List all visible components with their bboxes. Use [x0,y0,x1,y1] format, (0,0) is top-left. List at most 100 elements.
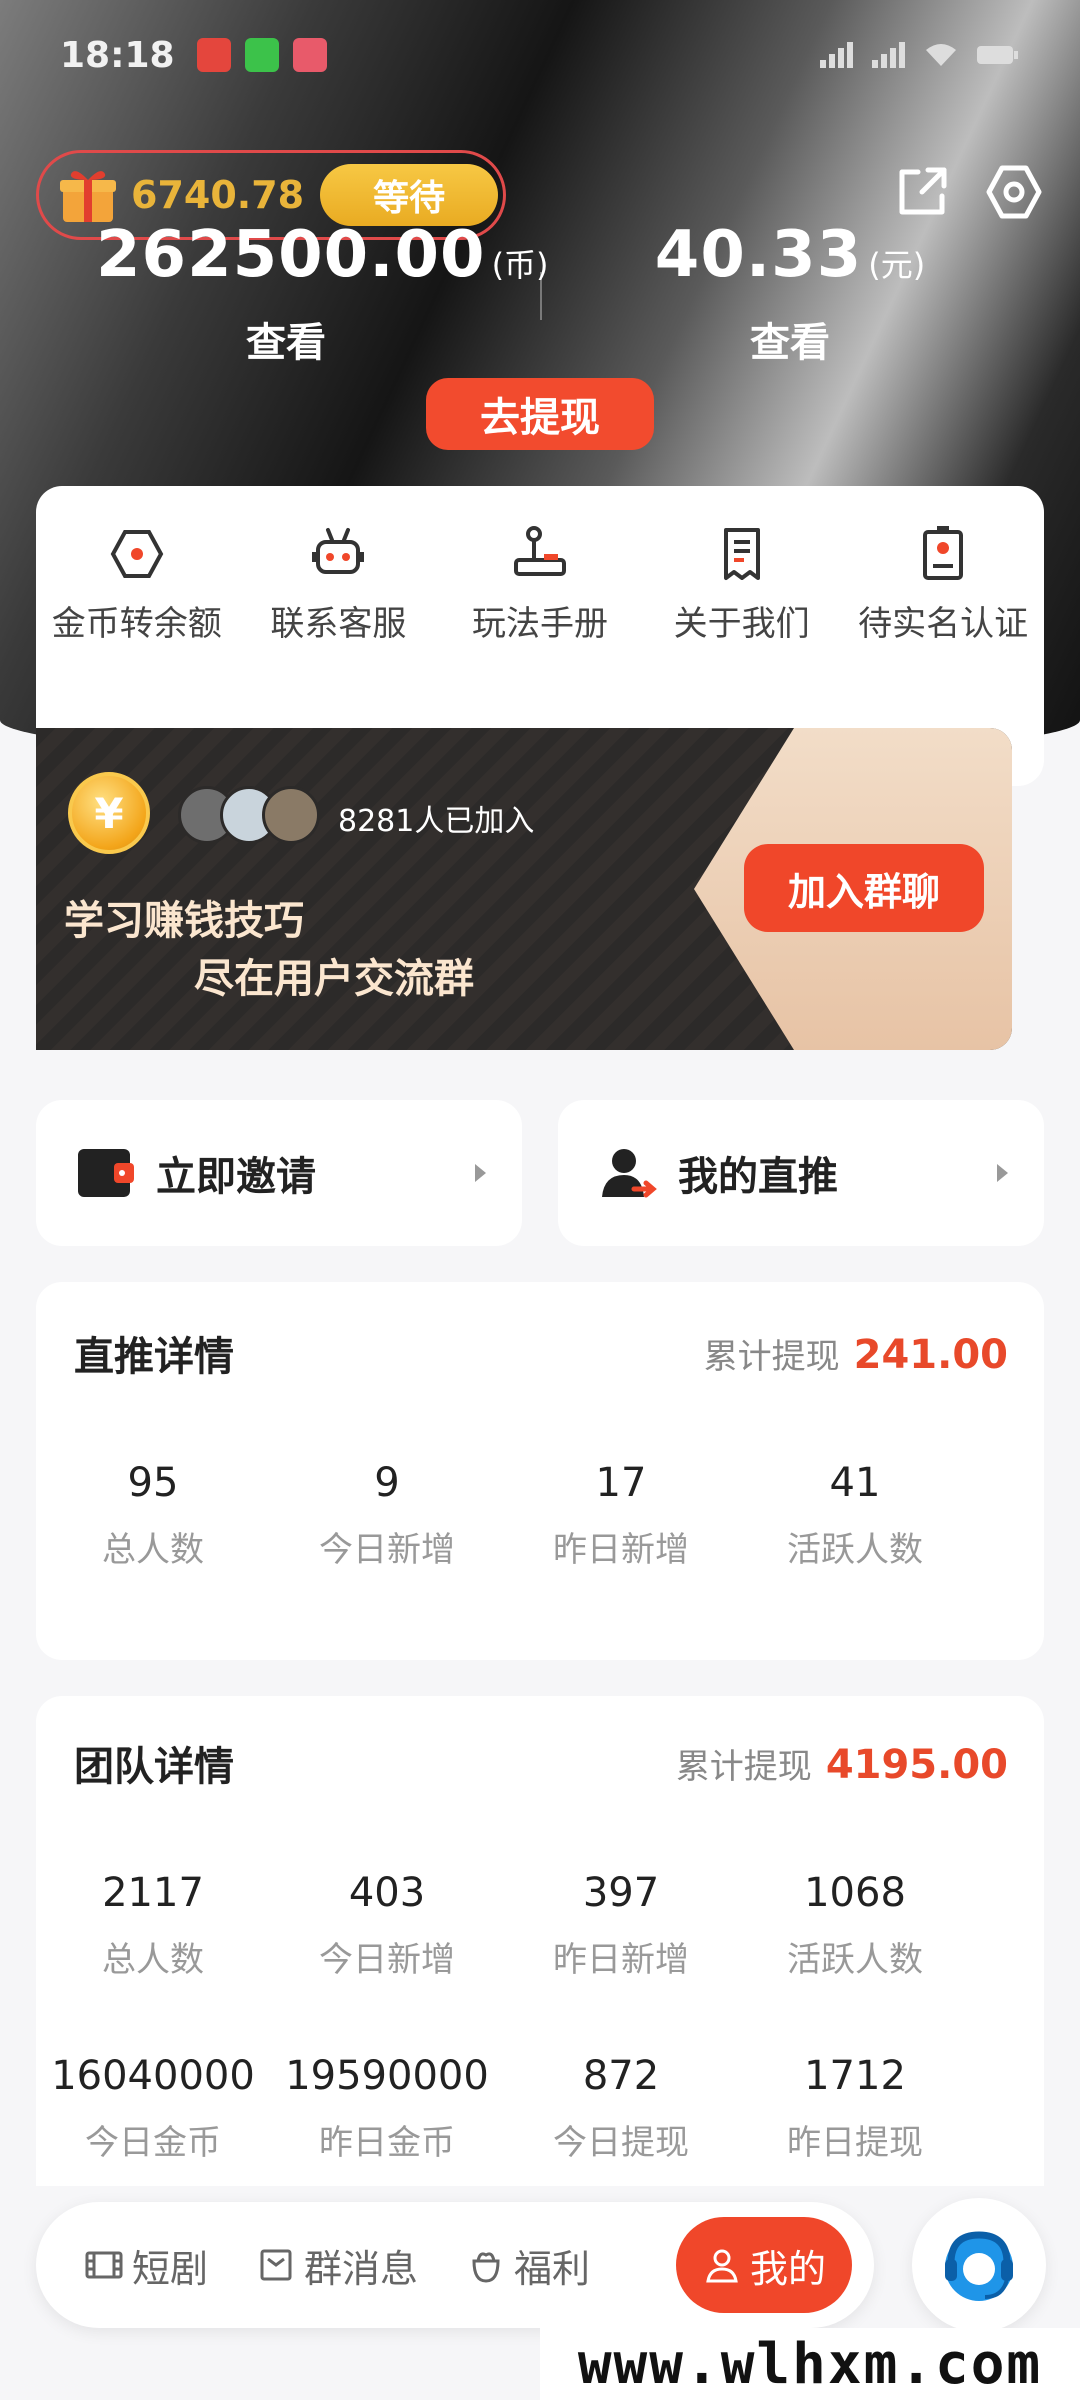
stat-label: 今日金币 [85,2123,221,2163]
total-withdrawn: 累计提现 4195.00 [676,1739,1008,1788]
stat-item: 397 昨日新增 [504,1870,738,1981]
stat-item: 872 今日提现 [504,2053,738,2164]
stat-value: 17 [595,1460,647,1506]
status-time: 18:18 [60,34,175,76]
wallet-icon [78,1149,134,1197]
stat-label: 昨日提现 [787,2123,923,2163]
hexagon-icon [110,530,164,578]
status-indicators [820,42,1020,68]
tab-label: 福利 [514,2246,591,2291]
tab-short-drama[interactable]: 短剧 [84,2238,208,2293]
total-withdrawn-label: 累计提现 [675,1746,812,1787]
id-card-icon [923,526,964,580]
menu-item-about-us[interactable]: 关于我们 [649,524,835,645]
menu-item-label: 关于我们 [673,604,810,644]
stat-label: 总人数 [102,1530,204,1570]
banner-subheadline: 尽在用户交流群 [194,956,474,1002]
cash-balance: 40.33 (元) 查看 [620,218,960,368]
tab-welfare[interactable]: 福利 [466,2238,590,2293]
stat-label: 今日提现 [553,2123,689,2163]
withdraw-button[interactable]: 去提现 [426,378,654,450]
stat-value: 19590000 [285,2053,489,2099]
join-group-button[interactable]: 加入群聊 [744,844,984,932]
stat-item: 16040000 今日金币 [36,2053,270,2164]
section-title: 直推详情 [74,1334,234,1380]
customer-service-button[interactable] [912,2198,1046,2332]
menu-item-guide[interactable]: 玩法手册 [447,524,633,645]
stat-value: 16040000 [51,2053,255,2099]
user-icon [706,2249,738,2283]
community-banner[interactable]: ¥ 8281人已加入 学习赚钱技巧 尽在用户交流群 加入群聊 [36,728,1012,1050]
message-icon [260,2249,292,2281]
stat-item: 1068 活跃人数 [738,1870,972,1981]
menu-item-label: 金币转余额 [51,604,222,644]
document-icon [723,528,760,580]
team-stats-card: 团队详情 累计提现 4195.00 2117 总人数 403 今日新增 397 昨日新… [36,1696,1044,2186]
joystick-icon [513,526,566,576]
total-withdrawn-value: 241.00 [853,1331,1008,1378]
user-share-icon [602,1149,657,1198]
chevron-right-icon [997,1164,1008,1182]
direct-stats-card: 直推详情 累计提现 241.00 95 总人数 9 今日新增 17 昨日新增 41 活跃… [36,1282,1044,1660]
gift-icon [60,171,116,222]
stat-value: 9 [374,1460,400,1506]
menu-item-label: 待实名认证 [858,604,1029,644]
app-notification-icon [292,38,327,72]
direct-label: 我的直推 [678,1154,838,1200]
app-notification-icon [196,38,231,72]
stat-label: 活跃人数 [787,1530,923,1570]
menu-item-label: 联系客服 [270,604,407,644]
stat-item: 9 今日新增 [270,1460,504,1571]
app-notification-icon [244,38,279,72]
chevron-right-icon [475,1164,486,1182]
section-title: 团队详情 [74,1744,234,1790]
share-icon[interactable] [892,162,952,222]
menu-item-verify-identity[interactable]: 待实名认证 [850,524,1036,645]
stat-item: 1712 昨日提现 [738,2053,972,2164]
view-coins-link[interactable]: 查看 [96,310,476,368]
avatar [262,786,320,844]
member-avatars [178,786,320,844]
headset-agent-icon [945,2231,1013,2301]
stat-item: 2117 总人数 [36,1870,270,1981]
cash-balance-value: 40.33 [654,218,863,292]
menu-item-coin-to-balance[interactable]: 金币转余额 [44,524,230,645]
tab-label: 短剧 [132,2246,209,2291]
robot-icon [312,528,365,574]
gift-bag-icon [472,2252,500,2283]
stat-value: 1068 [804,1870,906,1916]
stat-value: 1712 [804,2053,906,2099]
stat-item: 95 总人数 [36,1460,270,1571]
joined-count: 8281人已加入 [338,804,535,839]
stat-item: 403 今日新增 [270,1870,504,1981]
stat-item: 19590000 昨日金币 [270,2053,504,2164]
stat-label: 昨日新增 [553,1530,689,1570]
wait-button[interactable]: 等待 [320,164,499,226]
stat-value: 95 [127,1460,179,1506]
total-withdrawn-value: 4195.00 [825,1741,1008,1788]
invite-card[interactable]: 立即邀请 [36,1100,522,1246]
tab-group-messages[interactable]: 群消息 [256,2238,418,2293]
tab-label: 群消息 [304,2246,419,2291]
direct-referrals-card[interactable]: 我的直推 [558,1100,1044,1246]
stat-value: 397 [582,1870,660,1916]
stat-value: 41 [829,1460,881,1506]
signal-icon [820,42,854,68]
film-icon [85,2251,123,2279]
stat-item: 41 活跃人数 [738,1460,972,1571]
signal-icon [872,42,906,68]
bottom-tab-bar: 短剧 群消息 福利 我的 [36,2202,874,2328]
stat-label: 昨日新增 [553,1940,689,1980]
stat-label: 昨日金币 [319,2123,455,2163]
watermark: www.wlhxm.com [540,2328,1080,2400]
menu-item-label: 玩法手册 [471,604,608,644]
stat-value: 872 [582,2053,660,2099]
status-bar: 18:18 [0,0,1080,110]
settings-icon[interactable] [984,162,1044,222]
stat-value: 2117 [102,1870,204,1916]
view-cash-link[interactable]: 查看 [620,310,960,368]
divider [540,272,542,320]
wifi-icon [926,44,956,66]
menu-item-contact-service[interactable]: 联系客服 [245,524,431,645]
tab-mine[interactable]: 我的 [676,2217,852,2313]
